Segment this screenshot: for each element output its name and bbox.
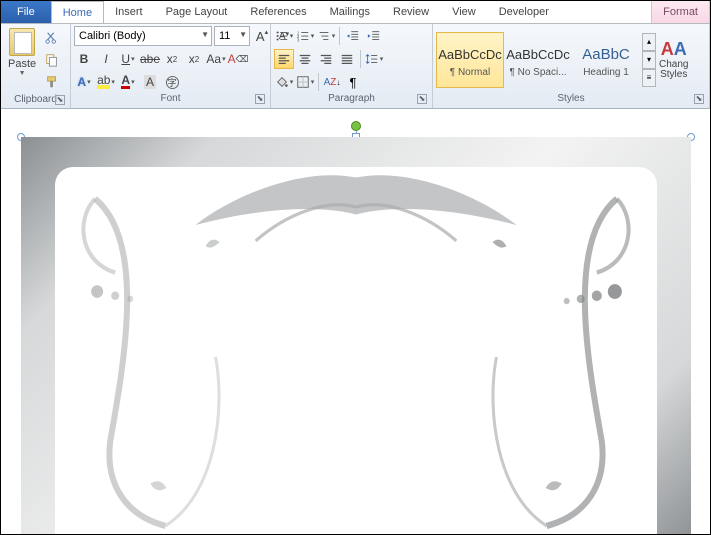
decorative-frame <box>21 137 691 534</box>
highlight-button[interactable]: ab▾ <box>96 72 116 92</box>
eraser-icon: ⌫ <box>236 54 249 65</box>
styles-expand[interactable]: ≡ <box>642 69 656 87</box>
strikethrough-button[interactable]: abe <box>140 49 160 69</box>
floral-ornament-icon <box>55 167 657 534</box>
style-normal[interactable]: AaBbCcDc ¶ Normal <box>436 32 504 88</box>
numbering-icon: 123 <box>296 29 310 43</box>
group-label-paragraph: Paragraph <box>328 93 375 104</box>
highlighter-icon: ab <box>97 73 110 87</box>
borders-button[interactable]: ▾ <box>295 72 315 92</box>
scissors-icon <box>45 31 59 45</box>
align-center-icon <box>298 52 312 66</box>
selected-image[interactable] <box>21 137 691 534</box>
italic-button[interactable]: I <box>96 49 116 69</box>
brush-icon <box>45 75 59 89</box>
shading-button[interactable]: ▾ <box>274 72 294 92</box>
paste-button[interactable]: Paste ▼ <box>4 26 40 94</box>
line-spacing-button[interactable]: ▾ <box>364 49 384 69</box>
chevron-down-icon[interactable]: ▼ <box>239 30 247 39</box>
align-right-icon <box>319 52 333 66</box>
justify-button[interactable] <box>337 49 357 69</box>
tab-home[interactable]: Home <box>51 1 104 23</box>
group-font: Calibri (Body)▼ 11▼ A▴ A▾ B I U▾ abe x2 … <box>71 24 271 108</box>
rotation-handle[interactable] <box>351 121 361 131</box>
increase-indent-button[interactable] <box>364 26 384 46</box>
group-clipboard: Paste ▼ Clipboard⬊ <box>1 24 71 108</box>
change-styles-button[interactable]: AA Chang Styles <box>659 39 688 80</box>
borders-icon <box>296 75 310 89</box>
sort-button[interactable]: AZ↓ <box>322 72 342 92</box>
font-size-combo[interactable]: 11▼ <box>214 26 250 46</box>
enclose-characters-button[interactable]: 字 <box>162 72 182 92</box>
tab-developer[interactable]: Developer <box>488 1 561 23</box>
document-area[interactable] <box>1 109 710 534</box>
ribbon-tabs: File Home Insert Page Layout References … <box>1 1 710 24</box>
line-spacing-icon <box>365 52 379 66</box>
paragraph-launcher[interactable]: ⬊ <box>417 94 427 104</box>
clear-formatting-button[interactable]: A⌫ <box>228 49 248 69</box>
styles-launcher[interactable]: ⬊ <box>694 94 704 104</box>
multilevel-list-button[interactable]: ▾ <box>316 26 336 46</box>
group-label-font: Font <box>160 93 180 104</box>
change-case-button[interactable]: Aa▾ <box>206 49 226 69</box>
change-styles-icon: AA <box>661 39 687 60</box>
bucket-icon <box>275 75 289 89</box>
font-name-combo[interactable]: Calibri (Body)▼ <box>74 26 212 46</box>
align-left-icon <box>277 52 291 66</box>
ribbon: Paste ▼ Clipboard⬊ Calibri (Body)▼ <box>1 24 710 109</box>
show-marks-button[interactable]: ¶ <box>343 72 363 92</box>
multilevel-icon <box>317 29 331 43</box>
text-effects-button[interactable]: A▾ <box>74 72 94 92</box>
tab-view[interactable]: View <box>441 1 488 23</box>
outdent-icon <box>346 29 360 43</box>
indent-icon <box>367 29 381 43</box>
bullets-button[interactable]: ▾ <box>274 26 294 46</box>
group-label-clipboard: Clipboard <box>14 94 57 105</box>
font-color-button[interactable]: A▾ <box>118 72 138 92</box>
clipboard-icon <box>9 28 35 56</box>
bold-button[interactable]: B <box>74 49 94 69</box>
tab-review[interactable]: Review <box>382 1 441 23</box>
decrease-indent-button[interactable] <box>343 26 363 46</box>
format-painter-button[interactable] <box>42 72 62 92</box>
style-no-spacing[interactable]: AaBbCcDc ¶ No Spaci... <box>504 32 572 88</box>
copy-button[interactable] <box>42 50 62 70</box>
chevron-down-icon[interactable]: ▼ <box>201 30 209 39</box>
tab-format-contextual[interactable]: Format <box>651 1 710 23</box>
align-center-button[interactable] <box>295 49 315 69</box>
style-heading-1[interactable]: AaBbC Heading 1 <box>572 32 640 88</box>
tab-references[interactable]: References <box>239 1 318 23</box>
styles-scroll-down[interactable]: ▾ <box>642 51 656 69</box>
align-left-button[interactable] <box>274 49 294 69</box>
tab-page-layout[interactable]: Page Layout <box>155 1 240 23</box>
font-launcher[interactable]: ⬊ <box>255 94 265 104</box>
subscript-button[interactable]: x2 <box>162 49 182 69</box>
file-tab[interactable]: File <box>1 1 51 23</box>
svg-text:3: 3 <box>297 37 300 42</box>
underline-button[interactable]: U▾ <box>118 49 138 69</box>
clipboard-launcher[interactable]: ⬊ <box>55 95 65 105</box>
numbering-button[interactable]: 123▾ <box>295 26 315 46</box>
character-shading-button[interactable]: A <box>140 72 160 92</box>
styles-scroll-up[interactable]: ▴ <box>642 33 656 51</box>
group-styles: AaBbCcDc ¶ Normal AaBbCcDc ¶ No Spaci...… <box>433 24 710 108</box>
tab-mailings[interactable]: Mailings <box>319 1 382 23</box>
grow-font-button[interactable]: A▴ <box>252 26 272 46</box>
cut-button[interactable] <box>42 28 62 48</box>
superscript-button[interactable]: x2 <box>184 49 204 69</box>
copy-icon <box>45 53 59 67</box>
tab-insert[interactable]: Insert <box>104 1 155 23</box>
chevron-down-icon: ▼ <box>19 70 26 77</box>
paste-label: Paste <box>8 58 36 70</box>
group-label-styles: Styles <box>557 93 584 104</box>
group-paragraph: ▾ 123▾ ▾ ▾ ▾ ▾ <box>271 24 433 108</box>
justify-icon <box>340 52 354 66</box>
align-right-button[interactable] <box>316 49 336 69</box>
